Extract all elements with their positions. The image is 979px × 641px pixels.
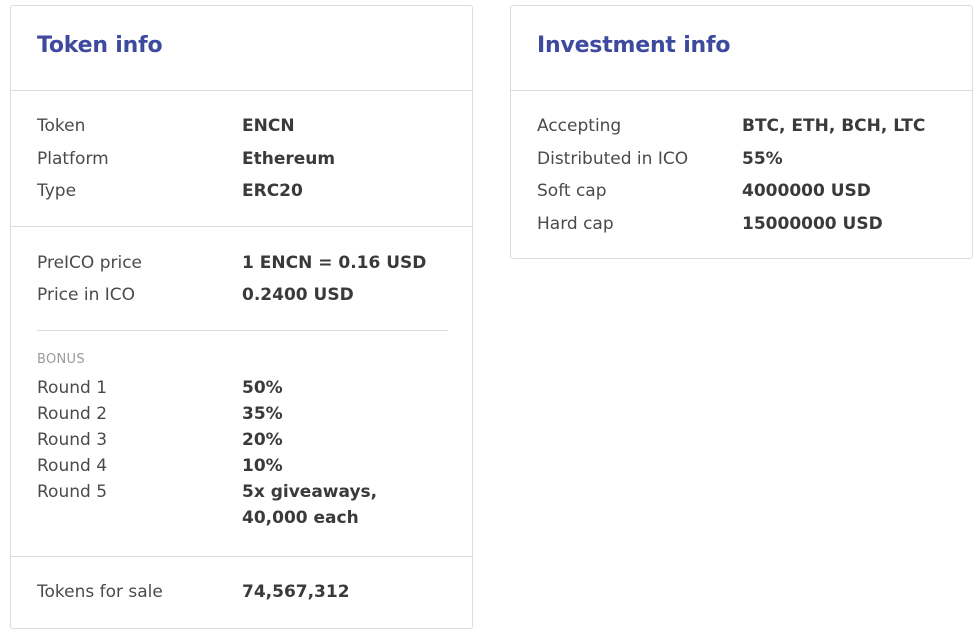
row-label: Round 1 — [37, 378, 108, 398]
row-label: Hard cap — [537, 214, 614, 234]
row-label: Round 2 — [37, 404, 108, 424]
row-value: 50% — [242, 378, 283, 398]
row-label: Accepting — [537, 116, 622, 136]
row-value: ENCN — [242, 116, 295, 136]
token-info-title: Token info — [37, 33, 163, 58]
row-label: Token — [37, 116, 86, 136]
row-label: PreICO price — [37, 253, 143, 273]
investment-section: Accepting BTC, ETH, BCH, LTC Distributed… — [511, 91, 972, 258]
bonus-heading: BONUS — [37, 352, 85, 367]
investment-info-card: Investment info Accepting BTC, ETH, BCH,… — [510, 5, 973, 259]
row-value: 4000000 USD — [742, 181, 871, 201]
row-label: Price in ICO — [37, 285, 136, 305]
row-value: 1 ENCN = 0.16 USD — [242, 253, 427, 273]
row-label: Platform — [37, 149, 109, 169]
token-info-header: Token info — [11, 6, 472, 91]
row-label: Round 3 — [37, 430, 108, 450]
token-basic-section: Token ENCN Platform Ethereum Type ERC20 — [11, 91, 472, 227]
row-value: 0.2400 USD — [242, 285, 354, 305]
investment-info-header: Investment info — [511, 6, 972, 91]
row-value: ERC20 — [242, 181, 303, 201]
row-value: 74,567,312 — [242, 582, 350, 602]
section-divider — [37, 330, 448, 331]
row-label: Type — [37, 181, 77, 201]
token-sale-section: Tokens for sale 74,567,312 — [11, 557, 472, 627]
row-value: 35% — [242, 404, 283, 424]
row-value: 10% — [242, 456, 283, 476]
row-value: BTC, ETH, BCH, LTC — [742, 116, 926, 136]
row-label: Round 4 — [37, 456, 108, 476]
token-price-section: PreICO price 1 ENCN = 0.16 USD Price in … — [11, 227, 472, 557]
row-label: Tokens for sale — [37, 582, 163, 602]
row-label: Distributed in ICO — [537, 149, 689, 169]
row-value: Ethereum — [242, 149, 336, 169]
row-label: Round 5 — [37, 482, 108, 502]
row-value: 5x giveaways, 40,000 each — [242, 482, 378, 528]
investment-info-title: Investment info — [537, 33, 731, 58]
row-value: 20% — [242, 430, 283, 450]
token-info-card: Token info Token ENCN Platform Ethereum … — [10, 5, 473, 629]
row-value: 55% — [742, 149, 783, 169]
row-label: Soft cap — [537, 181, 607, 201]
row-value: 15000000 USD — [742, 214, 883, 234]
